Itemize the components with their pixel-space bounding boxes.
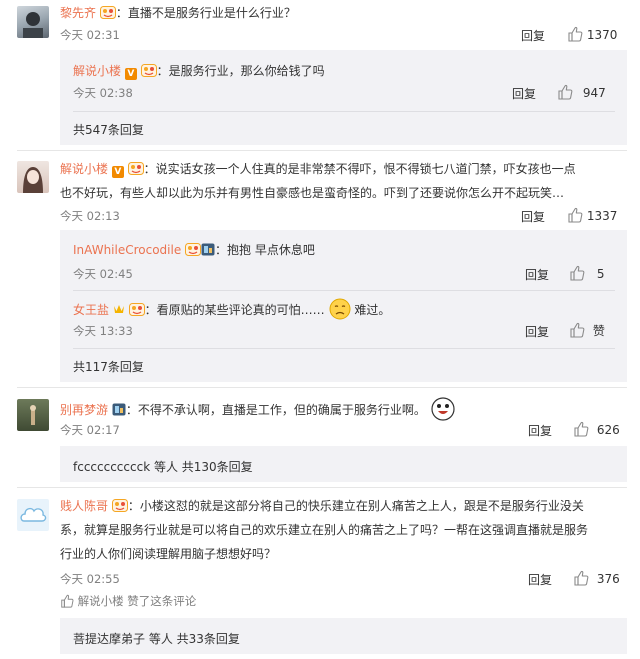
like-button[interactable]: 5 xyxy=(569,265,604,281)
view-more-replies-link[interactable]: fcccccccccck 等人 共130条回复 xyxy=(73,458,253,475)
comment-time: 今天 02:13 xyxy=(60,209,120,223)
like-count: 376 xyxy=(596,572,620,586)
divider xyxy=(73,111,615,112)
thumbs-up-icon xyxy=(573,570,589,586)
like-count: 赞 xyxy=(592,324,605,338)
crown-badge-icon xyxy=(113,305,124,313)
laughing-emoji-icon xyxy=(431,397,455,421)
like-button[interactable]: 947 xyxy=(557,84,606,100)
like-button[interactable]: 赞 xyxy=(569,322,605,339)
view-more-replies-link[interactable]: 共547条回复 xyxy=(73,121,144,138)
comment-text-line: 系，就算是服务行业就是可以将自己的欢乐建立在别人的痛苦之上了吗？一帮在这强调直播… xyxy=(60,523,589,537)
comment-text-line: 行业的人你们阅读理解用脑子想想好吗？ xyxy=(60,547,277,561)
reply-text: ：抱抱 早点休息吧 xyxy=(215,243,315,257)
reply-button[interactable]: 回复 xyxy=(512,85,536,102)
liked-by-author: 解说小楼 赞了这条评论 xyxy=(60,593,196,609)
like-button[interactable]: 1370 xyxy=(567,26,617,42)
divider xyxy=(17,387,627,388)
comment-text-line: ：小楼这怼的就是这部分将自己的快乐建立在别人痛苦之上人，跟是不是服务行业没关 xyxy=(127,499,584,513)
fan-badge-icon xyxy=(128,162,144,175)
divider xyxy=(73,290,615,291)
reply-username[interactable]: 解说小楼 xyxy=(73,64,121,78)
fan-badge-icon xyxy=(141,64,157,77)
reply-button[interactable]: 回复 xyxy=(528,422,552,439)
reply-username[interactable]: InAWhileCrocodile xyxy=(73,243,181,257)
sad-face-emoji-icon xyxy=(329,298,351,320)
fan-badge-icon xyxy=(100,6,116,19)
like-count: 5 xyxy=(596,267,605,281)
comment-username[interactable]: 黎先齐 xyxy=(60,6,96,20)
comment-time: 今天 02:17 xyxy=(60,423,120,437)
like-count: 626 xyxy=(596,423,620,437)
verified-badge-icon: V xyxy=(111,166,124,178)
reply-time: 今天 02:38 xyxy=(73,86,133,100)
reply-time: 今天 13:33 xyxy=(73,324,133,338)
divider xyxy=(17,487,627,488)
avatar[interactable] xyxy=(17,6,49,38)
like-count: 1337 xyxy=(586,209,618,223)
like-button[interactable]: 376 xyxy=(573,570,620,586)
fan-badge-icon xyxy=(185,243,201,256)
comment-text-line: 也不好玩，有些人却以此为乐并有男性自豪感也是蛮奇怪的。吓到了还要说你怎么开不起玩… xyxy=(60,186,565,200)
comment-username[interactable]: 解说小楼 xyxy=(60,162,108,176)
like-button[interactable]: 1337 xyxy=(567,207,617,223)
comment-text: ：不得不承认啊，直播是工作，但的确属于服务行业啊。 xyxy=(125,403,426,417)
thumbs-up-icon xyxy=(569,322,585,338)
like-count: 947 xyxy=(582,86,606,100)
reply-button[interactable]: 回复 xyxy=(521,27,545,44)
comment-username[interactable]: 贱人陈哥 xyxy=(60,499,108,513)
view-more-replies-link[interactable]: 菩提达摩弟子 等人 共33条回复 xyxy=(73,630,240,647)
liked-by-text: 解说小楼 赞了这条评论 xyxy=(77,594,197,608)
verified-badge-icon: V xyxy=(124,68,137,80)
thumbs-up-icon xyxy=(569,265,585,281)
thumbs-up-icon xyxy=(567,26,583,42)
thumbs-up-icon xyxy=(557,84,573,100)
reply-time: 今天 02:45 xyxy=(73,267,133,281)
medal-badge-icon xyxy=(201,243,215,256)
comment-time: 今天 02:55 xyxy=(60,572,120,586)
reply-text-after: 难过。 xyxy=(354,303,391,317)
thumbs-up-icon xyxy=(573,421,589,437)
medal-badge-icon xyxy=(112,403,126,416)
avatar[interactable] xyxy=(17,161,49,193)
view-more-replies-link[interactable]: 共117条回复 xyxy=(73,358,144,375)
avatar[interactable] xyxy=(17,499,49,531)
reply-text: ：是服务行业，那么你给钱了吗 xyxy=(156,64,325,78)
like-button[interactable]: 626 xyxy=(573,421,620,437)
thumbs-up-icon xyxy=(567,207,583,223)
avatar[interactable] xyxy=(17,399,49,431)
reply-button[interactable]: 回复 xyxy=(525,266,549,283)
reply-username[interactable]: 女王盐 xyxy=(73,303,109,317)
comment-text-line: ：说实话女孩一个人住真的是非常禁不得吓，恨不得锁七八道门禁，吓女孩也一点 xyxy=(143,162,576,176)
fan-badge-icon xyxy=(112,499,128,512)
divider xyxy=(73,348,615,349)
fan-badge-icon xyxy=(129,303,145,316)
comment-text: ：直播不是服务行业是什么行业？ xyxy=(115,6,296,20)
reply-text: ：看原贴的某些评论真的可怕…… xyxy=(144,303,325,317)
reply-button[interactable]: 回复 xyxy=(521,208,545,225)
comment-username[interactable]: 别再梦游 xyxy=(60,403,108,417)
thumbs-up-icon xyxy=(60,594,74,608)
divider xyxy=(17,150,627,151)
like-count: 1370 xyxy=(586,28,618,42)
comment-time: 今天 02:31 xyxy=(60,28,120,42)
reply-button[interactable]: 回复 xyxy=(525,323,549,340)
reply-button[interactable]: 回复 xyxy=(528,571,552,588)
